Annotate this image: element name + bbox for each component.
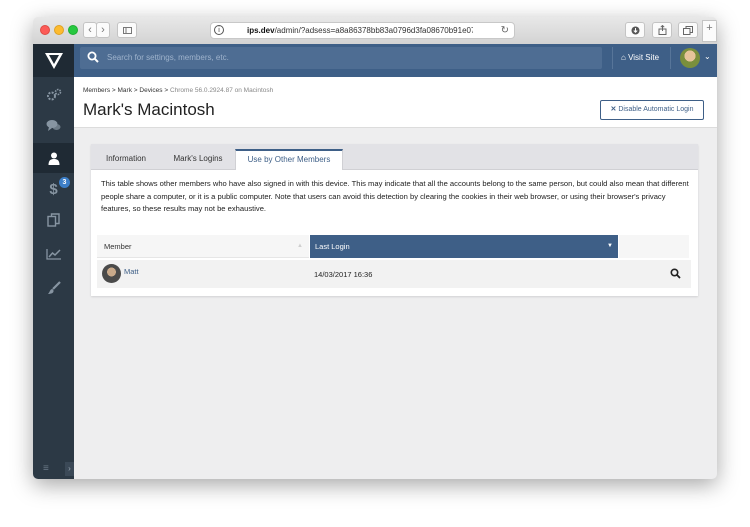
sidebar-toggle-icon — [122, 27, 132, 34]
breadcrumb-mark[interactable]: Mark — [118, 87, 132, 94]
downloads-button[interactable] — [625, 22, 645, 38]
table-row: Matt 14/03/2017 16:36 — [97, 260, 691, 288]
ips-logo[interactable] — [33, 44, 74, 77]
admin-sidebar: $ 3 ≡ › — [33, 44, 74, 479]
tabs-overview-button[interactable] — [678, 22, 698, 38]
breadcrumb-separator: > — [164, 87, 169, 94]
page-title: Mark's Macintosh — [83, 100, 215, 119]
sidebar-item-community[interactable] — [33, 110, 74, 140]
last-login-column-label: Last Login — [315, 242, 350, 251]
copy-icon — [47, 213, 60, 227]
address-bar[interactable]: i ips.dev/admin/?adsess=a8a86378bb83a079… — [210, 22, 515, 39]
sidebar-footer: ≡ › — [33, 459, 74, 479]
tab-information[interactable]: Information — [91, 149, 161, 169]
share-icon — [658, 24, 666, 35]
reload-icon[interactable]: ↻ — [501, 23, 509, 38]
dollar-icon: $ — [49, 180, 58, 198]
gears-icon — [46, 88, 61, 101]
admin-search[interactable]: Search for settings, members, etc. — [80, 47, 602, 69]
minimize-window-button[interactable] — [54, 25, 64, 35]
user-icon — [48, 152, 59, 165]
user-menu[interactable]: ⌄ — [670, 47, 717, 69]
sort-icon: ▲ — [297, 243, 303, 249]
page-header: Members > Mark > Devices > Chrome 56.0.2… — [74, 77, 717, 128]
sidebar-item-pages[interactable] — [33, 205, 74, 235]
url-path: /admin/?adsess=a8a86378bb83a0796d3fa0867… — [274, 26, 473, 35]
search-icon[interactable] — [670, 268, 681, 279]
back-button[interactable]: ‹ — [83, 22, 97, 38]
member-column-label: Member — [104, 242, 132, 251]
sidebar-item-system[interactable] — [33, 80, 74, 110]
site-info-icon[interactable]: i — [214, 25, 224, 35]
browser-titlebar: ‹ › i ips.dev/admin/?adsess=a8a86378bb83… — [33, 17, 717, 45]
breadcrumb-devices[interactable]: Devices — [139, 87, 162, 94]
column-header-actions — [619, 235, 689, 258]
home-icon: ⌂ — [621, 53, 626, 62]
browser-window: ‹ › i ips.dev/admin/?adsess=a8a86378bb83… — [33, 17, 717, 479]
collapse-sidebar-icon[interactable]: › — [65, 462, 74, 476]
tab-marks-logins[interactable]: Mark's Logins — [161, 149, 235, 169]
notification-badge: 3 — [59, 177, 70, 188]
search-input[interactable]: Search for settings, members, etc. — [107, 53, 229, 62]
close-window-button[interactable] — [40, 25, 50, 35]
breadcrumb: Members > Mark > Devices > Chrome 56.0.2… — [83, 87, 273, 94]
share-button[interactable] — [652, 22, 672, 38]
disable-automatic-login-label: Disable Automatic Login — [618, 106, 694, 113]
line-chart-icon — [45, 249, 61, 260]
breadcrumb-current: Chrome 56.0.2924.87 on Macintosh — [169, 87, 274, 94]
device-panel: Information Mark's Logins Use by Other M… — [91, 144, 698, 296]
close-icon: ✕ — [610, 106, 617, 113]
new-tab-button[interactable]: + — [702, 20, 717, 42]
hamburger-icon[interactable]: ≡ — [43, 463, 49, 474]
visit-site-label: Visit Site — [628, 53, 660, 62]
tab-use-by-other-members[interactable]: Use by Other Members — [235, 149, 343, 170]
sidebar-item-customization[interactable] — [33, 273, 74, 303]
disable-automatic-login-button[interactable]: ✕ Disable Automatic Login — [600, 100, 704, 120]
last-login-value: 14/03/2017 16:36 — [314, 270, 373, 279]
breadcrumb-members[interactable]: Members — [83, 87, 110, 94]
sidebar-item-commerce[interactable]: $ 3 — [33, 174, 74, 204]
description-text: This table shows other members who have … — [101, 179, 689, 213]
paintbrush-icon — [47, 281, 61, 294]
breadcrumb-separator: > — [111, 87, 116, 94]
download-icon — [631, 26, 639, 35]
sidebar-item-stats[interactable] — [33, 239, 74, 269]
user-avatar — [680, 48, 700, 68]
breadcrumb-separator: > — [133, 87, 138, 94]
tab-bar: Information Mark's Logins Use by Other M… — [91, 144, 698, 170]
visit-site-link[interactable]: ⌂ Visit Site — [612, 47, 666, 69]
sort-desc-icon: ▼ — [607, 243, 613, 249]
column-header-member[interactable]: Member ▲ — [97, 235, 309, 258]
column-header-last-login[interactable]: Last Login ▼ — [310, 235, 618, 258]
admin-topbar: Search for settings, members, etc. ⌂ Vis… — [74, 44, 717, 77]
forward-button[interactable]: › — [96, 22, 110, 38]
logo-icon — [44, 52, 63, 69]
search-icon — [87, 51, 99, 63]
chevron-down-icon: ⌄ — [704, 52, 711, 61]
sidebar-item-members[interactable] — [33, 143, 74, 173]
member-avatar[interactable] — [102, 264, 121, 283]
sidebar-toggle-button[interactable] — [117, 22, 137, 38]
tabs-icon — [683, 26, 693, 35]
chat-icon — [46, 119, 61, 131]
zoom-window-button[interactable] — [68, 25, 78, 35]
member-name-link[interactable]: Matt — [124, 267, 139, 276]
url-host: ips.dev — [247, 26, 275, 35]
